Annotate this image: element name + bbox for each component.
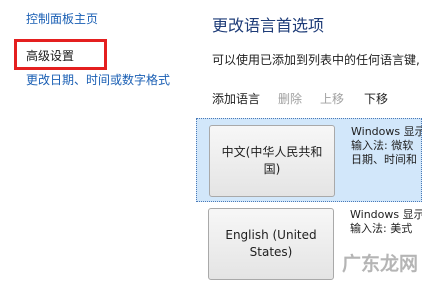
language-info-line: 日期、时间和 bbox=[351, 153, 417, 166]
remove-language-button[interactable]: 删除 bbox=[278, 90, 302, 107]
language-info-line: Windows 显示 bbox=[351, 125, 422, 138]
move-up-button[interactable]: 上移 bbox=[320, 90, 344, 107]
highlight-annotation-box bbox=[14, 39, 107, 70]
change-date-time-format-link[interactable]: 更改日期、时间或数字格式 bbox=[26, 72, 170, 88]
language-info-line: Windows 显示 bbox=[350, 208, 422, 221]
language-toolbar: 添加语言 删除 上移 下移 bbox=[196, 84, 422, 110]
move-down-button[interactable]: 下移 bbox=[364, 90, 388, 107]
left-navigation-pane: 控制面板主页 高级设置 更改日期、时间或数字格式 bbox=[0, 0, 196, 278]
language-name-button[interactable]: English (United States) bbox=[208, 208, 334, 280]
language-info: Windows 显示 输入法: 美式 bbox=[350, 208, 422, 236]
language-row-chinese[interactable]: 中文(中华人民共和国) Windows 显示 输入法: 微软 日期、时间和 bbox=[196, 118, 422, 202]
language-info-line: 输入法: 美式 bbox=[350, 222, 413, 235]
page-title: 更改语言首选项 bbox=[212, 16, 325, 35]
add-language-button[interactable]: 添加语言 bbox=[212, 90, 260, 107]
language-name-button[interactable]: 中文(中华人民共和国) bbox=[209, 125, 335, 197]
page-description: 可以使用已添加到列表中的任何语言键, bbox=[212, 53, 420, 67]
language-info-line: 输入法: 微软 bbox=[351, 139, 414, 152]
language-info: Windows 显示 输入法: 微软 日期、时间和 bbox=[351, 125, 422, 167]
watermark: 广东龙网 bbox=[341, 253, 418, 275]
control-panel-home-link[interactable]: 控制面板主页 bbox=[26, 11, 98, 27]
main-content: 更改语言首选项 可以使用已添加到列表中的任何语言键, 添加语言 删除 上移 下移… bbox=[196, 0, 422, 280]
